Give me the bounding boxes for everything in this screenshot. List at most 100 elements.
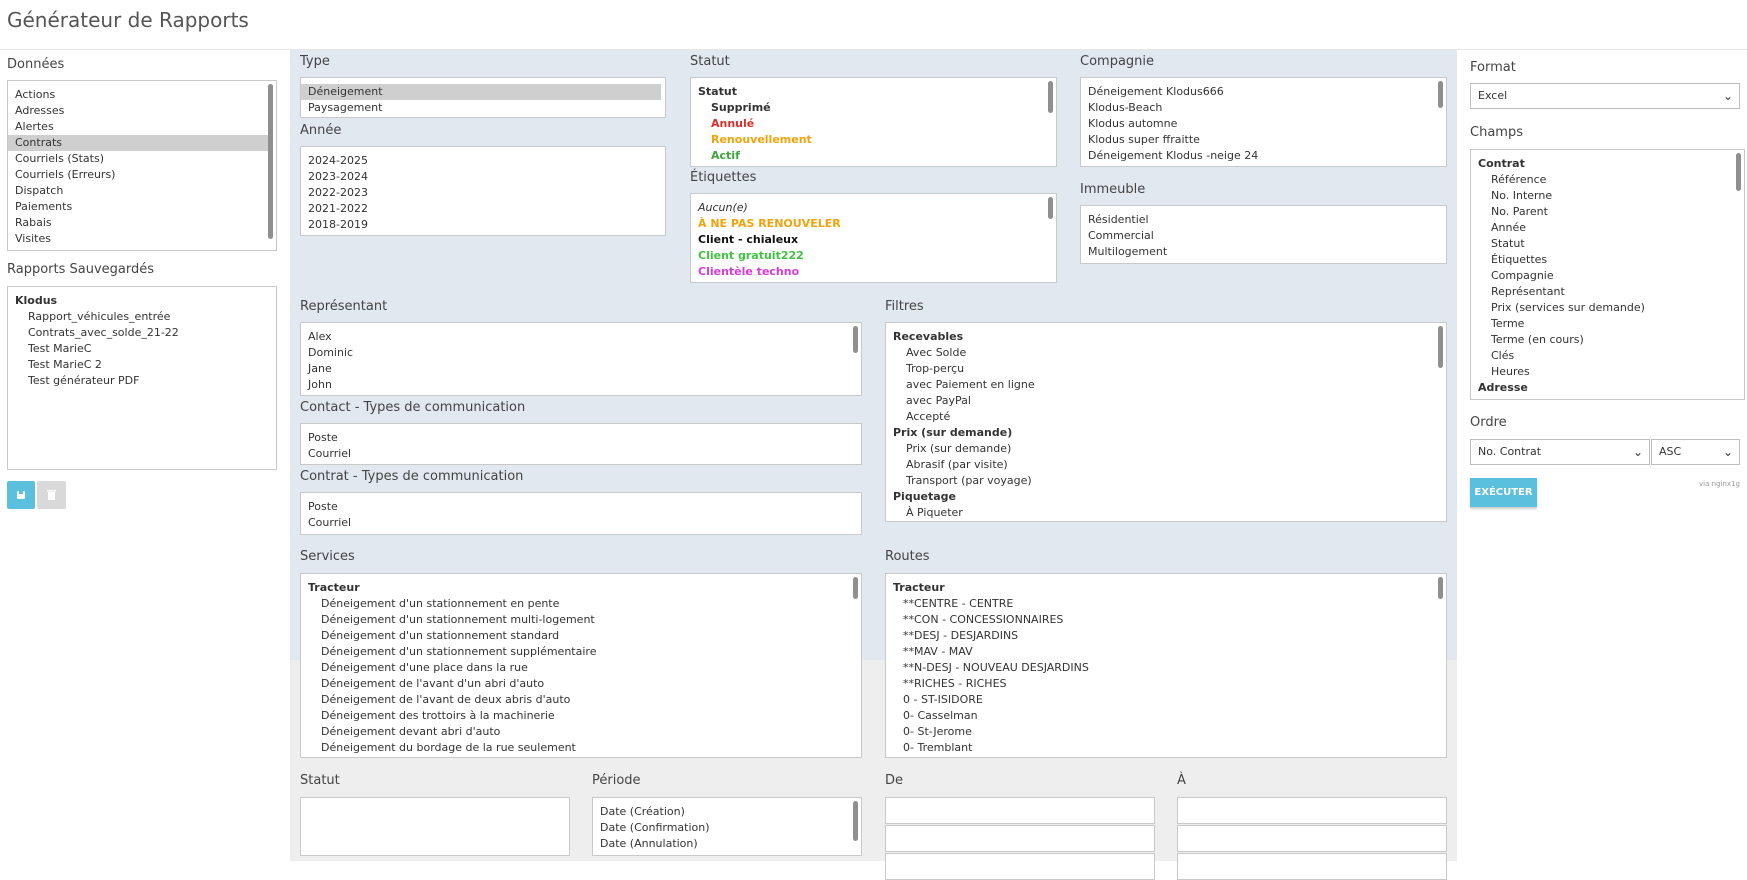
champ-option[interactable]: No. Parent xyxy=(1471,204,1744,220)
champ-option[interactable]: Référence xyxy=(1471,172,1744,188)
de-extra-input[interactable] xyxy=(885,853,1155,880)
immeuble-list[interactable]: Résidentiel Commercial Multilogement xyxy=(1080,205,1447,264)
donnees-item[interactable]: Rabais xyxy=(8,215,276,231)
periode-option[interactable]: Date (Création) xyxy=(593,804,861,820)
donnees-list[interactable]: Actions Adresses Alertes Contrats Courriels … xyxy=(7,80,277,251)
contact-type-option[interactable]: Courriel xyxy=(301,446,861,462)
compagnie-option[interactable]: Klodus automne xyxy=(1081,116,1446,132)
donnees-item[interactable]: Feuilles de temps xyxy=(8,247,276,250)
contact-types-list[interactable]: Poste Courriel xyxy=(300,423,862,465)
route-option[interactable]: 0- Tremblant xyxy=(886,740,1446,756)
services-scrollbar[interactable] xyxy=(853,577,858,599)
type-option[interactable]: Déneigement xyxy=(301,84,661,100)
champ-option[interactable]: Clés xyxy=(1471,348,1744,364)
donnees-item[interactable]: Actions xyxy=(8,87,276,103)
route-option[interactable]: 0- Casselman xyxy=(886,708,1446,724)
donnees-item[interactable]: Alertes xyxy=(8,119,276,135)
champs-list[interactable]: Contrat Référence No. Interne No. Parent Ann… xyxy=(1470,149,1745,400)
rapport-item[interactable]: Test générateur PDF xyxy=(8,373,276,389)
rapport-item[interactable]: Test MarieC 2 xyxy=(8,357,276,373)
contrat-type-option[interactable]: Poste xyxy=(301,499,861,515)
contact-type-option[interactable]: Poste xyxy=(301,430,861,446)
route-option[interactable]: **MAV - MAV xyxy=(886,644,1446,660)
filtre-option[interactable]: Prix (sur demande) xyxy=(886,441,1446,457)
champ-option[interactable]: Année xyxy=(1471,220,1744,236)
filtre-option[interactable]: Accepté xyxy=(886,409,1446,425)
donnees-item[interactable]: Contrats xyxy=(8,135,272,151)
compagnie-option[interactable]: Klodus super ffraitte xyxy=(1081,132,1446,148)
filtre-option[interactable]: Abrasif (par visite) xyxy=(886,457,1446,473)
representant-option[interactable]: John xyxy=(301,377,861,393)
champ-option[interactable]: Étiquettes xyxy=(1471,252,1744,268)
representant-option[interactable]: Alex xyxy=(301,329,861,345)
compagnie-option[interactable]: Déneigement Klodus 365 xyxy=(1081,164,1446,166)
filtre-option[interactable]: Avec Solde xyxy=(886,345,1446,361)
rapport-item[interactable]: Contrats_avec_solde_21-22 xyxy=(8,325,276,341)
compagnie-option[interactable]: Déneigement Klodus666 xyxy=(1081,84,1446,100)
service-option[interactable]: Déneigement d'une place dans la rue xyxy=(301,660,861,676)
donnees-item[interactable]: Dispatch xyxy=(8,183,276,199)
route-option[interactable]: 1- Richelieu xyxy=(886,756,1446,757)
donnees-item[interactable]: Courriels (Stats) xyxy=(8,151,276,167)
donnees-item[interactable]: Paiements xyxy=(8,199,276,215)
filtres-scrollbar[interactable] xyxy=(1438,326,1443,368)
service-option[interactable]: Déneigement d'un stationnement supplémen… xyxy=(301,644,861,660)
compagnie-list[interactable]: Déneigement Klodus666 Klodus-Beach Klodus … xyxy=(1080,77,1447,167)
services-list[interactable]: Tracteur Déneigement d'un stationnement … xyxy=(300,573,862,758)
a-extra-input[interactable] xyxy=(1177,853,1447,880)
representant-list[interactable]: Alex Dominic Jane John xyxy=(300,322,862,396)
champ-option[interactable]: Immeuble xyxy=(1471,396,1744,399)
save-button[interactable] xyxy=(7,481,35,509)
bottom-statut-list[interactable] xyxy=(300,797,570,856)
service-option[interactable]: Déneigement entrée de garage xyxy=(301,756,861,757)
annee-option[interactable]: 2018-2019 xyxy=(301,217,665,233)
rapport-item[interactable]: Rapport_véhicules_entrée xyxy=(8,309,276,325)
contrat-type-option[interactable]: Courriel xyxy=(301,515,861,531)
type-option[interactable]: Paysagement xyxy=(301,100,665,116)
service-option[interactable]: Déneigement d'un stationnement standard xyxy=(301,628,861,644)
champ-option[interactable]: Terme (en cours) xyxy=(1471,332,1744,348)
route-option[interactable]: **CON - CONCESSIONNAIRES xyxy=(886,612,1446,628)
route-option[interactable]: **CENTRE - CENTRE xyxy=(886,596,1446,612)
champ-option[interactable]: Statut xyxy=(1471,236,1744,252)
delete-button[interactable] xyxy=(37,481,66,509)
champs-scrollbar[interactable] xyxy=(1736,153,1741,191)
type-list[interactable]: Déneigement Paysagement xyxy=(300,77,666,118)
etiquettes-list[interactable]: Aucun(e) À NE PAS RENOUVELER Client - chia… xyxy=(690,193,1057,283)
routes-list[interactable]: Tracteur **CENTRE - CENTRE **CON - CONCES… xyxy=(885,573,1447,758)
annee-option[interactable]: 2022-2023 xyxy=(301,185,665,201)
rapport-item[interactable]: Test MarieC xyxy=(8,341,276,357)
service-option[interactable]: Déneigement d'un stationnement multi-log… xyxy=(301,612,861,628)
route-option[interactable]: **N-DESJ - NOUVEAU DESJARDINS xyxy=(886,660,1446,676)
service-option[interactable]: Déneigement devant abri d'auto xyxy=(301,724,861,740)
immeuble-option[interactable]: Multilogement xyxy=(1081,244,1446,260)
champ-option[interactable]: Terme xyxy=(1471,316,1744,332)
contrat-types-list[interactable]: Poste Courriel xyxy=(300,492,862,535)
etiquette-option[interactable]: Clientèle techno xyxy=(691,264,1056,280)
filtre-option[interactable]: Trop-perçu xyxy=(886,361,1446,377)
filtre-option[interactable]: avec PayPal xyxy=(886,393,1446,409)
etiquette-option[interactable]: À NE PAS RENOUVELER xyxy=(691,216,1056,232)
route-option[interactable]: 0- St-Jerome xyxy=(886,724,1446,740)
route-option[interactable]: **DESJ - DESJARDINS xyxy=(886,628,1446,644)
statut-option[interactable]: Supprimé xyxy=(691,100,1056,116)
champ-option[interactable]: Prix (services sur demande) xyxy=(1471,300,1744,316)
filtre-option[interactable]: À Piqueter xyxy=(886,505,1446,521)
donnees-item[interactable]: Courriels (Erreurs) xyxy=(8,167,276,183)
routes-scrollbar[interactable] xyxy=(1438,577,1443,599)
etiquettes-scrollbar[interactable] xyxy=(1048,197,1053,219)
champ-option[interactable]: Représentant xyxy=(1471,284,1744,300)
statut-option[interactable]: Renouvellement xyxy=(691,132,1056,148)
filtre-option[interactable]: Piqueté xyxy=(886,521,1446,522)
champ-option[interactable]: No. Interne xyxy=(1471,188,1744,204)
periode-list[interactable]: Date (Création) Date (Confirmation) Date (… xyxy=(592,797,862,856)
annee-option[interactable]: 2021-2022 xyxy=(301,201,665,217)
service-option[interactable]: Déneigement de l'avant d'un abri d'auto xyxy=(301,676,861,692)
annee-list[interactable]: 2024-2025 2023-2024 2022-2023 2021-2022 2018… xyxy=(300,146,666,236)
representant-option[interactable]: Jane xyxy=(301,361,861,377)
compagnie-option[interactable]: Déneigement Klodus -neige 24 xyxy=(1081,148,1446,164)
service-option[interactable]: Déneigement des trottoirs à la machineri… xyxy=(301,708,861,724)
etiquette-option[interactable]: Aucun(e) xyxy=(691,200,1056,216)
format-select[interactable]: Excel ⌄ xyxy=(1470,83,1740,109)
compagnie-scrollbar[interactable] xyxy=(1438,81,1443,108)
